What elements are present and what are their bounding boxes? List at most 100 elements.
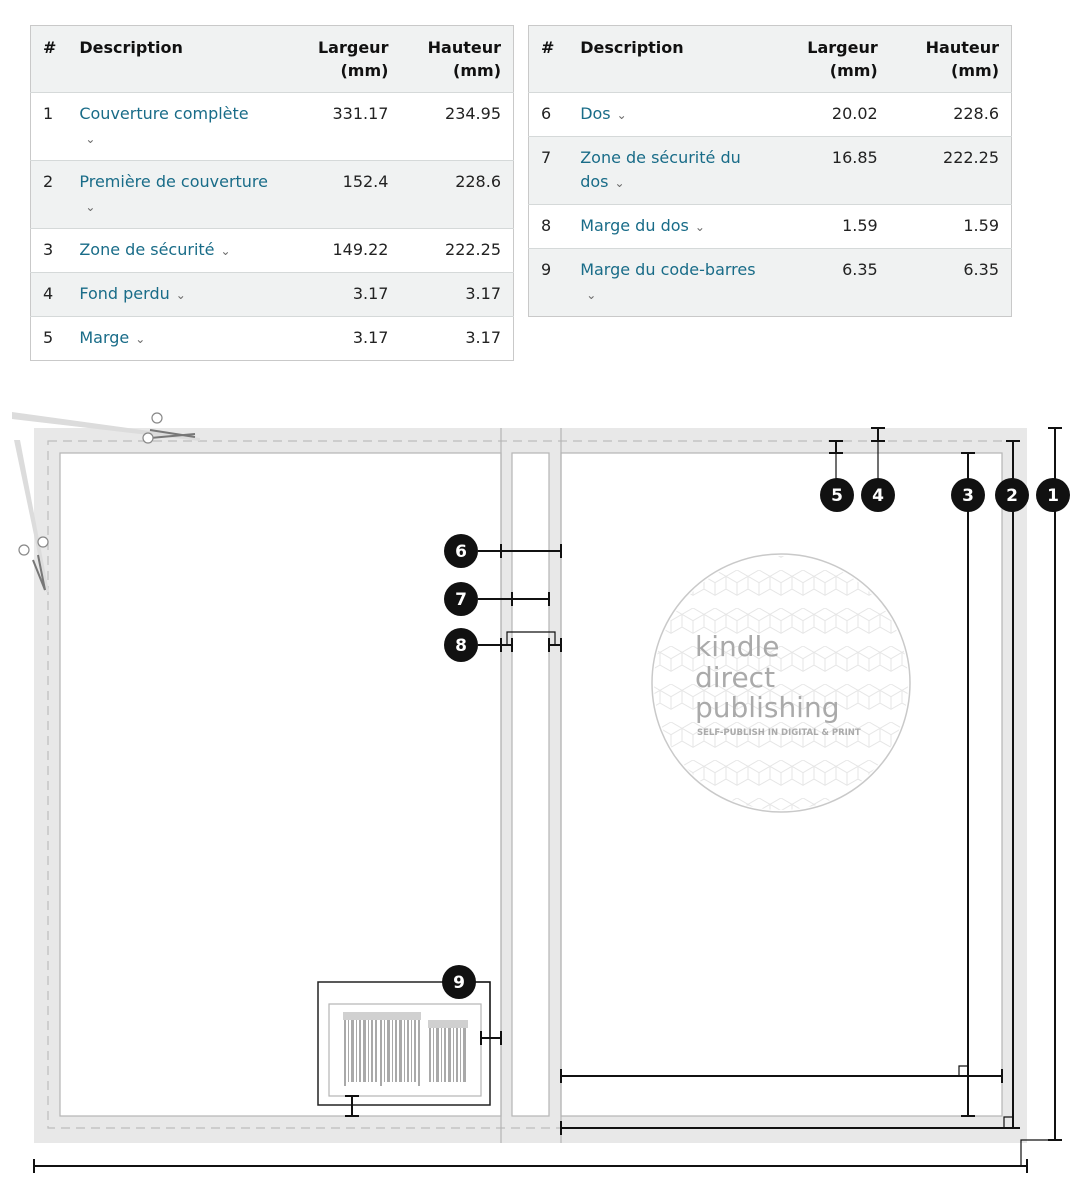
badge-8-label: 8 (455, 636, 467, 656)
row-description: Dos ⌄ (568, 93, 772, 137)
table-row: 6 Dos ⌄ 20.02 228.6 (528, 92, 1012, 137)
row-width: 20.02 (831, 104, 878, 123)
chevron-down-icon[interactable]: ⌄ (617, 103, 627, 127)
badge-2-label: 2 (1006, 486, 1018, 506)
header-description: Description (67, 25, 292, 93)
description-link[interactable]: Dos (580, 104, 610, 123)
row-width: 6.35 (842, 260, 878, 279)
description-link[interactable]: Zone de sécurité du dos (580, 148, 741, 191)
badge-6: 6 (444, 534, 478, 568)
chevron-down-icon[interactable]: ⌄ (176, 283, 186, 307)
badge-8: 8 (444, 628, 478, 662)
table-row: 5 Marge ⌄ 3.17 3.17 (30, 316, 514, 361)
table-row: 3 Zone de sécurité ⌄ 149.22 222.25 (30, 228, 514, 273)
row-description: Marge ⌄ (67, 317, 291, 361)
row-height: 222.25 (445, 240, 501, 259)
header-index: # (30, 25, 68, 93)
row-width: 3.17 (352, 328, 389, 347)
spine-safe-zone (511, 452, 550, 1117)
logo-line2: direct (695, 661, 775, 694)
description-link[interactable]: Marge (79, 328, 129, 347)
row-description: Marge du dos ⌄ (568, 205, 772, 249)
header-width: Largeur (mm) (772, 25, 890, 93)
header-width-unit: (mm) (340, 61, 389, 80)
badge-5: 5 (820, 478, 854, 512)
kdp-logo: kindle direct publishing SELF-PUBLISH IN… (651, 553, 911, 813)
badge-4-label: 4 (872, 486, 884, 506)
logo-line3: publishing (695, 691, 839, 724)
row-height: 6.35 (963, 260, 999, 279)
description-link[interactable]: Première de couverture (79, 172, 268, 191)
badge-3: 3 (951, 478, 985, 512)
chevron-down-icon[interactable]: ⌄ (85, 195, 95, 219)
row-index: 4 (43, 284, 54, 303)
badge-7: 7 (444, 582, 478, 616)
description-link[interactable]: Marge du dos (580, 216, 689, 235)
row-description: Couverture complète ⌄ (67, 93, 291, 161)
row-height: 1.59 (963, 216, 999, 235)
row-width: 1.59 (842, 216, 878, 235)
row-width: 149.22 (332, 240, 389, 259)
chevron-down-icon[interactable]: ⌄ (586, 283, 596, 307)
table-row: 2 Première de couverture ⌄ 152.4 228.6 (30, 160, 514, 229)
row-index: 6 (541, 104, 552, 123)
table-row: 1 Couverture complète ⌄ 331.17 234.95 (30, 92, 514, 161)
badge-6-label: 6 (455, 542, 467, 562)
header-width-unit: (mm) (829, 61, 878, 80)
row-height: 3.17 (465, 284, 501, 303)
cover-template-diagram: kindle direct publishing SELF-PUBLISH IN… (12, 412, 1070, 1173)
badge-9: 9 (442, 965, 476, 999)
badge-2: 2 (995, 478, 1029, 512)
chevron-down-icon[interactable]: ⌄ (135, 327, 145, 351)
table-row: 9 Marge du code-barres ⌄ 6.35 6.35 (528, 248, 1012, 317)
row-index: 8 (541, 216, 552, 235)
row-description: Zone de sécurité ⌄ (67, 229, 291, 273)
header-height-unit: (mm) (453, 61, 501, 80)
header-description: Description (568, 25, 773, 93)
row-description: Zone de sécurité du dos ⌄ (568, 137, 772, 205)
row-height: 228.6 (455, 172, 501, 191)
table-header-row: # Description Largeur (mm) Hauteur (mm) (30, 25, 514, 93)
row-width: 152.4 (342, 172, 389, 191)
row-description: Marge du code-barres ⌄ (568, 249, 772, 317)
header-height: Hauteur (mm) (400, 25, 514, 93)
badge-4: 4 (861, 478, 895, 512)
row-index: 7 (541, 148, 552, 167)
badge-1: 1 (1036, 478, 1070, 512)
badge-7-label: 7 (455, 590, 467, 610)
chevron-down-icon[interactable]: ⌄ (221, 239, 231, 263)
chevron-down-icon[interactable]: ⌄ (614, 171, 624, 195)
table-row: 8 Marge du dos ⌄ 1.59 1.59 (528, 204, 1012, 249)
chevron-down-icon[interactable]: ⌄ (85, 127, 95, 151)
header-height-label: Hauteur (925, 38, 999, 57)
row-width: 331.17 (332, 104, 389, 123)
table-row: 7 Zone de sécurité du dos ⌄ 16.85 222.25 (528, 136, 1012, 205)
header-height: Hauteur (mm) (889, 25, 1012, 93)
description-link[interactable]: Marge du code-barres (580, 260, 755, 279)
table-header-row: # Description Largeur (mm) Hauteur (mm) (528, 25, 1012, 93)
row-index: 1 (43, 104, 54, 123)
header-height-unit: (mm) (951, 61, 999, 80)
row-index: 3 (43, 240, 54, 259)
row-index: 9 (541, 260, 552, 279)
badge-5-label: 5 (831, 486, 843, 506)
row-index: 5 (43, 328, 54, 347)
row-height: 234.95 (445, 104, 501, 123)
row-width: 3.17 (352, 284, 389, 303)
header-width-label: Largeur (317, 38, 389, 57)
description-link[interactable]: Couverture complète (79, 104, 248, 123)
badge-1-label: 1 (1047, 486, 1059, 506)
description-link[interactable]: Zone de sécurité (79, 240, 214, 259)
row-index: 2 (43, 172, 54, 191)
row-height: 222.25 (943, 148, 999, 167)
chevron-down-icon[interactable]: ⌄ (695, 215, 705, 239)
header-height-label: Hauteur (427, 38, 501, 57)
description-link[interactable]: Fond perdu (79, 284, 169, 303)
row-height: 3.17 (465, 328, 501, 347)
spec-table-left: # Description Largeur (mm) Hauteur (mm) 1 … (30, 25, 514, 361)
table-row: 4 Fond perdu ⌄ 3.17 3.17 (30, 272, 514, 317)
badge-9-label: 9 (453, 973, 465, 993)
logo-line1: kindle (695, 630, 780, 663)
spec-table-right: # Description Largeur (mm) Hauteur (mm) 6 … (528, 25, 1012, 317)
row-description: Première de couverture ⌄ (67, 161, 291, 229)
